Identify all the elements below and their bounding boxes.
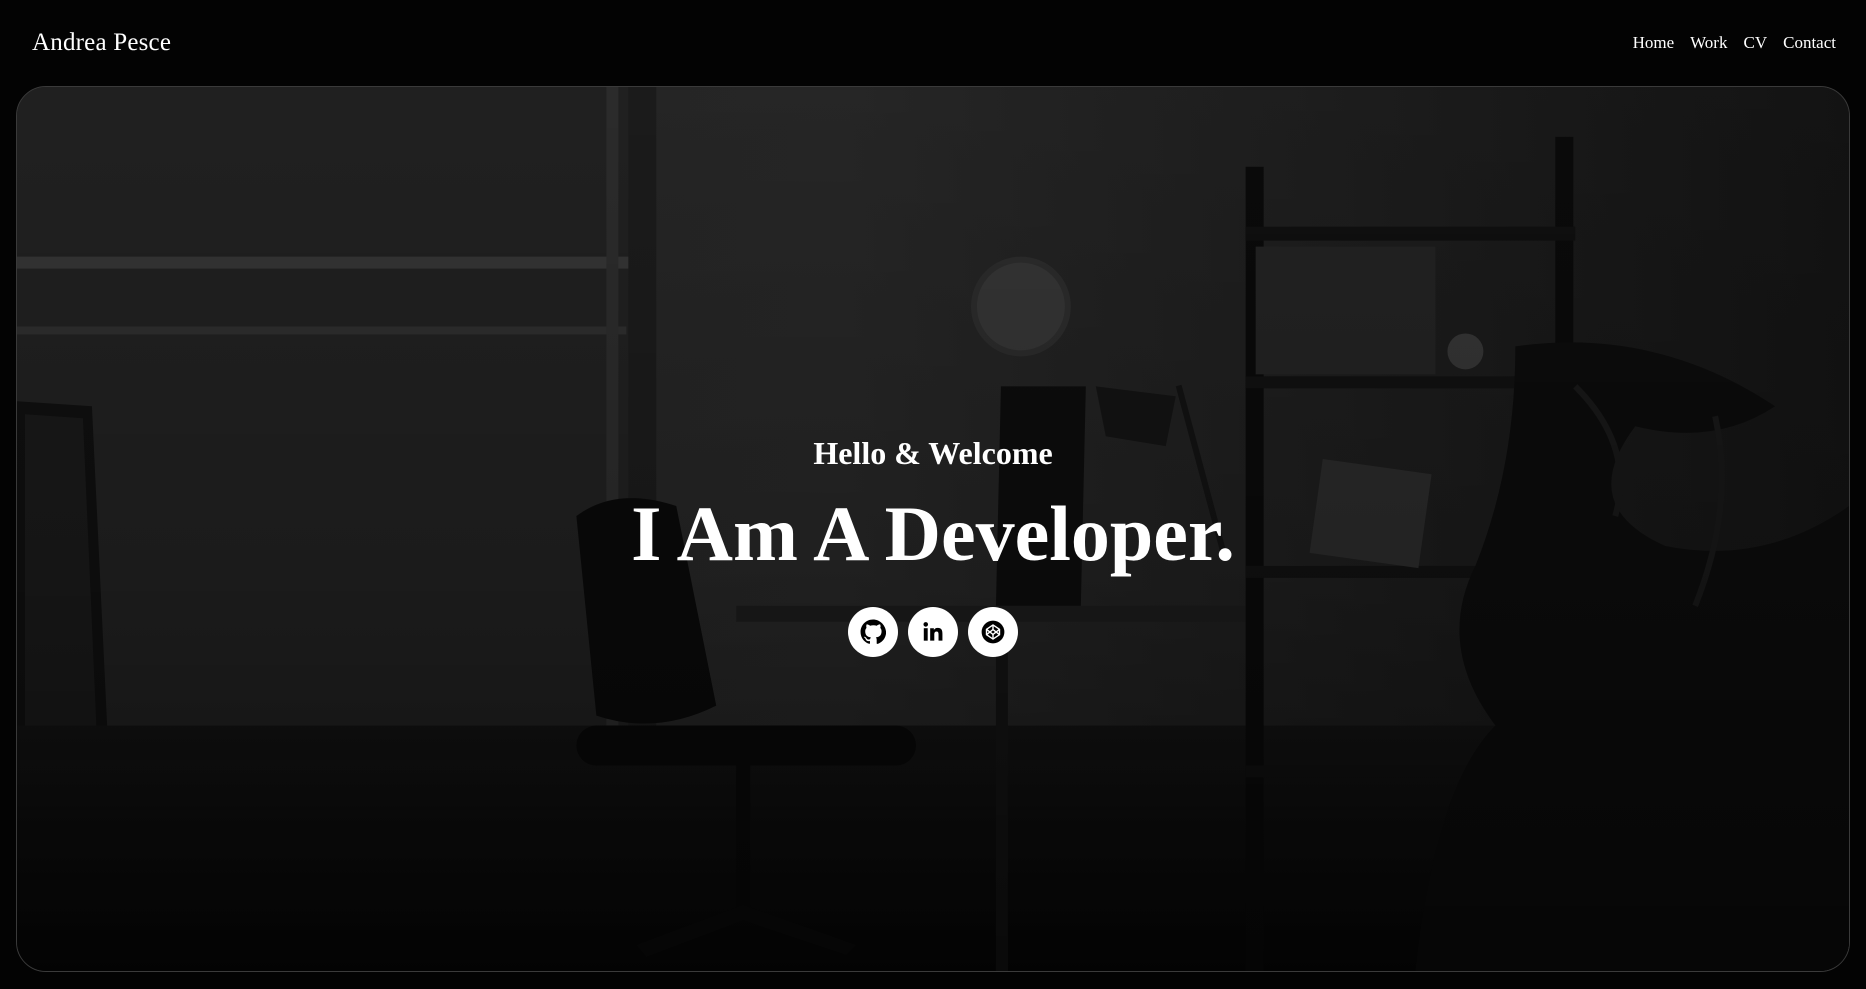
nav-work-link[interactable]: Work xyxy=(1690,33,1727,53)
brand-logo-link[interactable]: Andrea Pesce xyxy=(32,29,171,57)
hero-headline: I Am A Developer. xyxy=(17,495,1849,573)
nav-cv-link[interactable]: CV xyxy=(1743,33,1767,53)
nav-home-link[interactable]: Home xyxy=(1633,33,1675,53)
headline-regular-text: I Am xyxy=(631,490,814,577)
codepen-link-button[interactable] xyxy=(968,607,1018,657)
nav-contact-link[interactable]: Contact xyxy=(1783,33,1836,53)
linkedin-link-button[interactable] xyxy=(908,607,958,657)
headline-bold-text: A Developer. xyxy=(813,490,1235,577)
hero-greeting: Hello & Welcome xyxy=(813,435,1053,471)
codepen-icon xyxy=(981,620,1005,644)
social-links xyxy=(17,607,1849,657)
linkedin-icon xyxy=(923,622,943,641)
github-link-button[interactable] xyxy=(848,607,898,657)
hero-section: Hello & Welcome I Am A Developer. xyxy=(16,86,1850,972)
site-header: Andrea Pesce Home Work CV Contact xyxy=(0,0,1866,86)
github-icon xyxy=(860,619,886,644)
main-nav: Home Work CV Contact xyxy=(1633,33,1836,53)
hero-content: Hello & Welcome I Am A Developer. xyxy=(17,87,1849,971)
